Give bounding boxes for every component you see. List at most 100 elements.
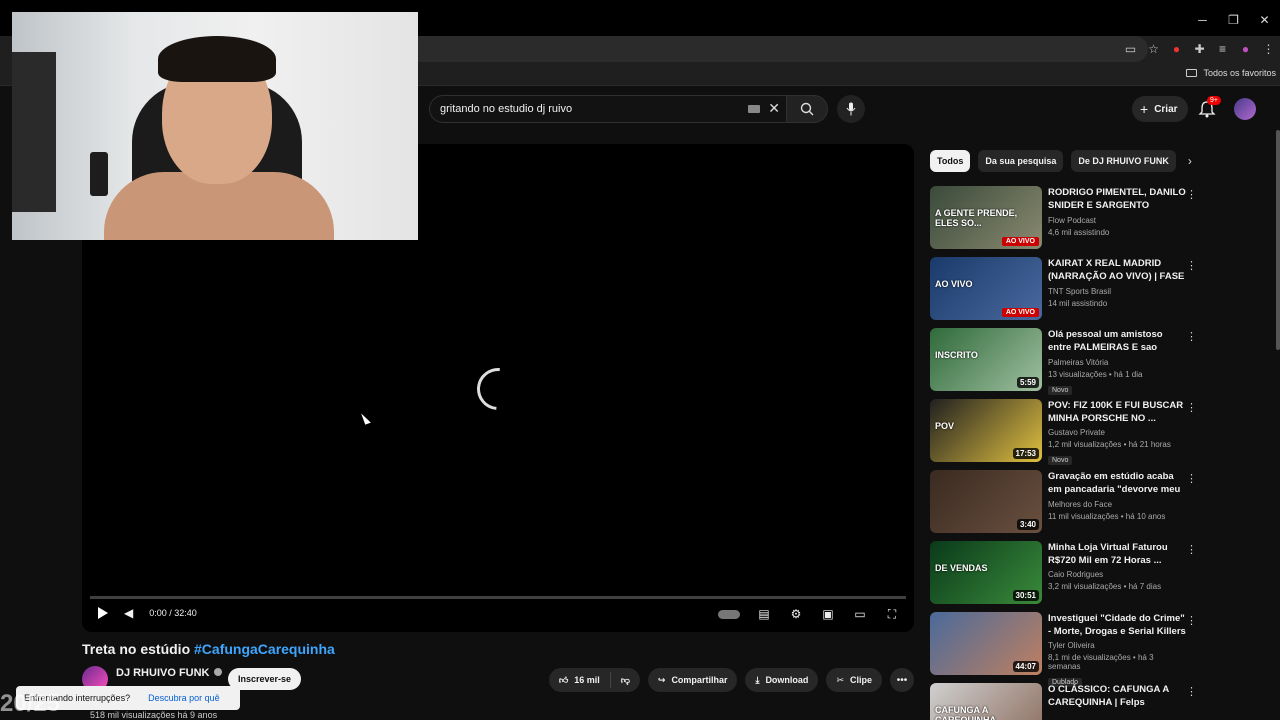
recommendation-title[interactable]: Investiguei "Cidade do Crime" - Morte, D… — [1048, 612, 1186, 638]
fullscreen-icon[interactable]: ⛶ — [884, 606, 900, 622]
dislike-button[interactable]: 👎︎ — [611, 675, 640, 686]
recommendation-item[interactable]: 3:40 Gravação em estúdio acaba em pancada… — [930, 468, 1205, 539]
like-dislike-group: 👍︎ 16 mil 👎︎ — [548, 668, 640, 692]
recommendation-channel[interactable]: Melhores do Face — [1048, 500, 1186, 509]
folder-icon — [1186, 69, 1198, 77]
webcam-person-hair — [158, 36, 276, 82]
recommendation-thumbnail[interactable]: INSCRITO 5:59 — [930, 328, 1042, 391]
recommendation-item[interactable]: CAFUNGA A CAREQUINHA O CLÁSSICO: CAFUNGA … — [930, 681, 1205, 720]
recommendation-channel[interactable]: Gustavo Private — [1048, 428, 1186, 437]
like-button[interactable]: 👍︎ 16 mil — [549, 672, 611, 688]
create-label: Criar — [1154, 103, 1178, 115]
chip-from-channel[interactable]: De DJ RHUIVO FUNK — [1071, 150, 1176, 172]
recommendation-channel[interactable]: Palmeiras Vitória — [1048, 358, 1186, 367]
duration-badge: 17:53 — [1012, 448, 1039, 459]
recommendation-title[interactable]: Gravação em estúdio acaba em pancadaria … — [1048, 470, 1186, 497]
share-button[interactable]: ↪ Compartilhar — [647, 668, 738, 692]
share-icon: ↪ — [657, 674, 666, 685]
kebab-menu-icon[interactable]: ⋮ — [1186, 614, 1197, 627]
recommendation-item[interactable]: AO VIVO AO VIVO KAIRAT X REAL MADRID (NARR… — [930, 255, 1205, 326]
recommendation-title[interactable]: Minha Loja Virtual Faturou R$720 Mil em … — [1048, 541, 1186, 567]
search-input[interactable]: gritando no estudio dj ruivo ✕ — [429, 95, 786, 123]
recommendation-title[interactable]: Olá pessoal um amistoso entre PALMEIRAS … — [1048, 328, 1186, 355]
recommendation-title[interactable]: POV: FIZ 100K E FUI BUSCAR MINHA PORSCHE… — [1048, 399, 1186, 425]
clip-button[interactable]: ✂ Clipe — [826, 668, 882, 692]
recommendation-item[interactable]: INSCRITO 5:59 Olá pessoal um amistoso entr… — [930, 326, 1205, 397]
account-avatar[interactable] — [1234, 98, 1256, 120]
cast-icon[interactable]: ▭ — [1119, 39, 1142, 59]
video-hashtag[interactable]: #CafungaCarequinha — [194, 641, 335, 657]
restore-icon[interactable]: ❐ — [1218, 6, 1249, 34]
recommendation-channel[interactable]: TNT Sports Brasil — [1048, 287, 1186, 296]
minimize-icon[interactable]: ─ — [1187, 6, 1218, 34]
more-actions-button[interactable]: ••• — [890, 668, 914, 692]
play-icon — [98, 607, 108, 619]
search-button[interactable] — [786, 95, 828, 123]
kebab-menu-icon[interactable]: ⋮ — [1186, 685, 1197, 698]
recommendation-title[interactable]: O CLÁSSICO: CAFUNGA A CAREQUINHA | Felps — [1048, 683, 1186, 709]
duration-badge: 5:59 — [1016, 377, 1039, 388]
address-bar[interactable] — [408, 36, 1148, 62]
recommendation-thumbnail[interactable]: AO VIVO AO VIVO — [930, 257, 1042, 320]
window-controls: ─ ❐ ✕ — [1187, 6, 1280, 34]
mouse-cursor-icon — [361, 411, 371, 425]
play-button[interactable] — [98, 607, 108, 619]
thumbs-up-icon: 👍︎ — [558, 674, 569, 685]
kebab-menu-icon[interactable]: ⋮ — [1186, 543, 1197, 556]
recommendation-info: RODRIGO PIMENTEL, DANILO SNIDER E SARGEN… — [1048, 186, 1186, 237]
voice-search-button[interactable] — [837, 95, 865, 123]
chip-all[interactable]: Todos — [930, 150, 971, 172]
video-actions: 👍︎ 16 mil 👎︎ ↪ Compartilhar ⤓ Download ✂… — [548, 668, 914, 692]
chevron-right-icon[interactable]: › — [1188, 154, 1192, 168]
recommendation-thumbnail[interactable]: DE VENDAS 30:51 — [930, 541, 1042, 604]
create-button[interactable]: + Criar — [1132, 96, 1188, 122]
extension-red-icon[interactable]: ● — [1165, 39, 1188, 59]
channel-name[interactable]: DJ RHUIVO FUNK — [116, 667, 222, 679]
recommendation-item[interactable]: POV 17:53 POV: FIZ 100K E FUI BUSCAR MINHA… — [930, 397, 1205, 468]
star-icon[interactable]: ☆ — [1142, 39, 1165, 59]
chip-from-search[interactable]: Da sua pesquisa — [978, 150, 1064, 172]
recommendation-channel[interactable]: Flow Podcast — [1048, 216, 1186, 225]
kebab-menu-icon[interactable]: ⋮ — [1186, 259, 1197, 272]
kebab-menu-icon[interactable]: ⋮ — [1257, 39, 1280, 59]
video-title: Treta no estúdio #CafungaCarequinha — [82, 641, 335, 657]
download-button[interactable]: ⤓ Download — [745, 668, 819, 692]
close-icon[interactable]: ✕ — [1249, 6, 1280, 34]
settings-gear-icon[interactable]: ⚙ — [788, 606, 804, 622]
profile-icon[interactable]: ● — [1234, 39, 1257, 59]
recommendation-thumbnail[interactable]: 44:07 — [930, 612, 1042, 675]
all-bookmarks-button[interactable]: Todos os favoritos — [1186, 68, 1276, 78]
recommendation-title[interactable]: KAIRAT X REAL MADRID (NARRAÇÃO AO VIVO) … — [1048, 257, 1186, 284]
duration-badge: 44:07 — [1012, 661, 1039, 672]
miniplayer-icon[interactable]: ▣ — [820, 606, 836, 622]
recommendation-thumbnail[interactable]: A GENTE PRENDE, ELES SO... AO VIVO — [930, 186, 1042, 249]
recommendation-item[interactable]: A GENTE PRENDE, ELES SO... AO VIVO RODRIGO… — [930, 184, 1205, 255]
recommendation-item[interactable]: 44:07 Investiguei "Cidade do Crime" - Mor… — [930, 610, 1205, 687]
kebab-menu-icon[interactable]: ⋮ — [1186, 188, 1197, 201]
recommendation-thumbnail[interactable]: POV 17:53 — [930, 399, 1042, 462]
clear-search-icon[interactable]: ✕ — [768, 100, 780, 117]
page-scrollbar[interactable] — [1276, 130, 1280, 350]
autoplay-toggle-icon[interactable] — [718, 606, 740, 622]
recommendation-item[interactable]: DE VENDAS 30:51 Minha Loja Virtual Faturou… — [930, 539, 1205, 610]
channel-name-text: DJ RHUIVO FUNK — [116, 667, 210, 679]
puzzle-icon[interactable]: ✚ — [1188, 39, 1211, 59]
recommendation-thumbnail[interactable]: CAFUNGA A CAREQUINHA — [930, 683, 1042, 720]
subtitles-icon[interactable]: ▤ — [756, 606, 772, 622]
recommendation-channel[interactable]: Caio Rodrigues — [1048, 570, 1186, 579]
recommendation-title[interactable]: RODRIGO PIMENTEL, DANILO SNIDER E SARGEN… — [1048, 186, 1186, 213]
kebab-menu-icon[interactable]: ⋮ — [1186, 472, 1197, 485]
kebab-menu-icon[interactable]: ⋮ — [1186, 330, 1197, 343]
microphone-icon — [846, 102, 856, 116]
more-icon: ••• — [896, 674, 908, 686]
theater-mode-icon[interactable]: ▭ — [852, 606, 868, 622]
keyboard-icon[interactable] — [748, 105, 760, 113]
volume-icon[interactable]: ◀ — [124, 606, 133, 620]
webcam-shelf — [12, 52, 56, 212]
kebab-menu-icon[interactable]: ⋮ — [1186, 401, 1197, 414]
recommendation-channel[interactable]: Tyler Oliveira — [1048, 641, 1186, 650]
media-icon[interactable]: ≡ — [1211, 39, 1234, 59]
toast-link[interactable]: Descubra por quê — [148, 693, 220, 703]
progress-bar[interactable] — [90, 596, 906, 599]
recommendation-thumbnail[interactable]: 3:40 — [930, 470, 1042, 533]
